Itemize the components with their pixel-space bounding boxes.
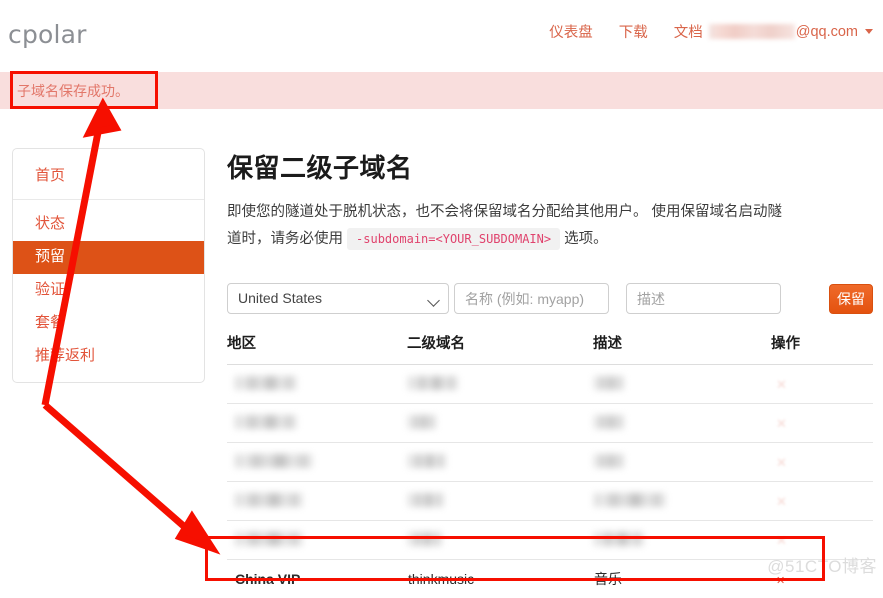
cell-operation: ✕	[771, 404, 873, 443]
cell-subdomain	[407, 443, 593, 482]
table-row: ✕	[227, 365, 873, 404]
cell-subdomain	[407, 365, 593, 404]
blurred-email-prefix	[709, 24, 795, 39]
delete-icon[interactable]: ✕	[776, 456, 787, 469]
nav-dashboard[interactable]: 仪表盘	[536, 21, 606, 42]
redacted-value	[235, 454, 313, 468]
redacted-value	[235, 532, 303, 546]
page-title: 保留二级子域名	[227, 148, 873, 185]
sidebar-nav: 首页 状态 预留 验证 套餐 推荐返利	[12, 148, 205, 383]
reserve-form: United States 保留	[227, 283, 873, 314]
app-logo[interactable]: cpolar	[8, 20, 87, 49]
column-header-operation: 操作	[771, 332, 873, 365]
column-header-region: 地区	[227, 332, 407, 365]
cell-region: China VIP	[227, 560, 407, 598]
subdomain-flag-code: -subdomain=<YOUR_SUBDOMAIN>	[347, 228, 560, 250]
sidebar-item-referral[interactable]: 推荐返利	[13, 340, 204, 373]
header-nav: 仪表盘 下载 文档 @qq.com	[536, 21, 873, 42]
delete-icon[interactable]: ✕	[776, 495, 787, 508]
redacted-value	[408, 415, 436, 429]
reserve-button[interactable]: 保留	[829, 284, 873, 314]
cell-description	[593, 365, 771, 404]
table-header-row: 地区 二级域名 描述 操作	[227, 332, 873, 365]
redacted-value	[594, 415, 624, 429]
success-alert: 子域名保存成功。	[0, 72, 883, 109]
delete-icon[interactable]: ✕	[776, 534, 787, 547]
sidebar-item-reserved[interactable]: 预留	[13, 241, 204, 274]
region-select-wrapper[interactable]: United States	[227, 283, 449, 314]
user-account-menu[interactable]: @qq.com	[707, 24, 873, 40]
redacted-value	[408, 454, 446, 468]
redacted-value	[594, 454, 624, 468]
watermark: @51CTO博客	[767, 552, 877, 577]
table-row: ✕	[227, 404, 873, 443]
cell-subdomain: thinkmusic	[407, 560, 593, 598]
cell-region	[227, 365, 407, 404]
column-header-subdomain: 二级域名	[407, 332, 593, 365]
cell-description: 音乐	[593, 560, 771, 598]
table-head: 地区 二级域名 描述 操作	[227, 332, 873, 365]
delete-icon[interactable]: ✕	[776, 378, 787, 391]
cell-operation: ✕	[771, 443, 873, 482]
description-text-part2: 选项。	[564, 231, 608, 247]
cell-description	[593, 404, 771, 443]
delete-icon[interactable]: ✕	[776, 417, 787, 430]
sidebar-item-status[interactable]: 状态	[13, 208, 204, 241]
sidebar-item-list: 状态 预留 验证 套餐 推荐返利	[13, 200, 204, 373]
redacted-value	[408, 493, 444, 507]
redacted-value	[408, 376, 458, 390]
cell-subdomain	[407, 404, 593, 443]
cell-subdomain	[407, 482, 593, 521]
success-alert-text: 子域名保存成功。	[0, 81, 129, 101]
cell-description	[593, 443, 771, 482]
table-row: ✕	[227, 443, 873, 482]
page-description: 即使您的隧道处于脱机状态，也不会将保留域名分配给其他用户。 使用保留域名启动隧道…	[227, 199, 792, 253]
user-email-domain: @qq.com	[796, 24, 858, 40]
redacted-value	[235, 415, 297, 429]
cell-region	[227, 443, 407, 482]
redacted-value	[235, 493, 303, 507]
nav-download[interactable]: 下载	[606, 21, 661, 42]
table-row: ✕	[227, 482, 873, 521]
subdomain-name-input[interactable]	[454, 283, 609, 314]
cell-operation: ✕	[771, 482, 873, 521]
redacted-value	[408, 532, 442, 546]
page-header: cpolar 仪表盘 下载 文档 @qq.com	[0, 0, 883, 72]
redacted-value	[235, 376, 297, 390]
nav-docs[interactable]: 文档	[661, 21, 707, 42]
main-content: 保留二级子域名 即使您的隧道处于脱机状态，也不会将保留域名分配给其他用户。 使用…	[227, 148, 873, 598]
sidebar-item-verify[interactable]: 验证	[13, 274, 204, 307]
sidebar-item-home[interactable]: 首页	[13, 149, 204, 200]
cell-region	[227, 521, 407, 560]
cell-region	[227, 482, 407, 521]
cell-description	[593, 521, 771, 560]
column-header-description: 描述	[593, 332, 771, 365]
redacted-value	[594, 532, 644, 546]
redacted-value	[594, 493, 666, 507]
region-select[interactable]: United States	[227, 283, 449, 314]
sidebar-item-plan[interactable]: 套餐	[13, 307, 204, 340]
subdomain-desc-input[interactable]	[626, 283, 781, 314]
cell-description	[593, 482, 771, 521]
chevron-down-icon	[865, 29, 873, 34]
cell-operation: ✕	[771, 365, 873, 404]
cell-subdomain	[407, 521, 593, 560]
redacted-value	[594, 376, 624, 390]
cell-region	[227, 404, 407, 443]
